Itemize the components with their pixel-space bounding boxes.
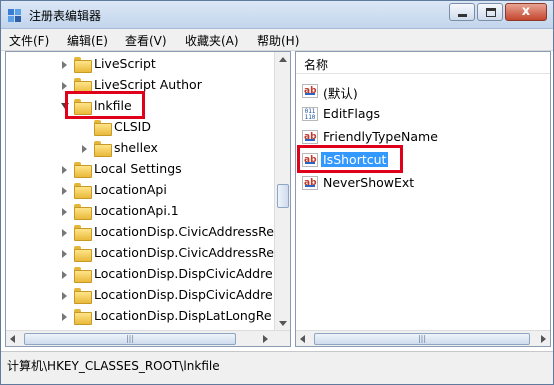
value-item-label: (默认) — [323, 86, 358, 101]
column-header-label: 名称 — [304, 58, 329, 72]
expand-arrow-icon[interactable] — [62, 292, 67, 300]
tree-item-label: LocationDisp.DispCivicAddre — [94, 266, 273, 281]
maximize-button[interactable] — [477, 3, 503, 21]
title-bar[interactable]: 注册表编辑器 x — [1, 1, 553, 29]
tree-item-clsid[interactable]: CLSID — [6, 117, 276, 138]
folder-icon — [74, 57, 92, 73]
tree-item-displatlong[interactable]: LocationDisp.DispLatLongRe — [6, 306, 276, 327]
value-item-label: IsShortcut — [321, 152, 389, 167]
expand-arrow-icon[interactable] — [62, 229, 67, 237]
tree-item-locationapi-1[interactable]: LocationApi.1 — [6, 201, 276, 222]
menu-view[interactable]: 查看(V) — [125, 32, 167, 49]
tree-item-label: LocationDisp.CivicAddressRe — [94, 245, 274, 260]
folder-icon — [74, 162, 92, 178]
folder-icon — [74, 204, 92, 220]
folder-icon — [74, 309, 92, 325]
expand-arrow-icon[interactable] — [62, 187, 67, 195]
folder-icon — [74, 267, 92, 283]
menu-bar: 文件(F) 编辑(E) 查看(V) 收藏夹(A) 帮助(H) — [1, 29, 553, 51]
scroll-left-icon[interactable] — [10, 335, 15, 343]
tree-item-label: LocationDisp.DispLatLongRe — [94, 308, 272, 323]
expand-arrow-icon[interactable] — [62, 61, 67, 69]
tree-item-label: Local Settings — [94, 161, 182, 176]
tree-item-livescript[interactable]: LiveScript — [6, 54, 276, 75]
tree-item-label: LiveScript — [94, 56, 156, 71]
minimize-button[interactable] — [449, 3, 475, 21]
tree-item-label: LocationApi — [94, 182, 167, 197]
key-tree-pane[interactable]: LiveScript LiveScript Author lnkfile CLS… — [5, 51, 291, 347]
folder-icon — [74, 78, 92, 94]
expand-arrow-icon[interactable] — [62, 208, 67, 216]
expand-arrow-icon[interactable] — [82, 145, 87, 153]
string-value-icon: ab — [302, 130, 318, 144]
folder-icon — [74, 246, 92, 262]
tree-item-label: CLSID — [114, 119, 151, 134]
horizontal-scroll-thumb[interactable]: ||| — [314, 333, 530, 345]
status-path: 计算机\HKEY_CLASSES_ROOT\lnkfile — [7, 359, 220, 373]
tree-item-locationapi[interactable]: LocationApi — [6, 180, 276, 201]
expand-arrow-icon[interactable] — [62, 166, 67, 174]
scroll-right-icon[interactable] — [541, 335, 546, 343]
registry-editor-window: 注册表编辑器 x 文件(F) 编辑(E) 查看(V) 收藏夹(A) 帮助(H) … — [0, 0, 554, 385]
tree-item-label: lnkfile — [94, 98, 132, 113]
value-item-label: EditFlags — [323, 106, 380, 121]
string-value-icon: ab — [302, 176, 318, 190]
expand-arrow-icon[interactable] — [62, 313, 67, 321]
scroll-left-icon[interactable] — [300, 335, 305, 343]
value-item-label: NeverShowExt — [323, 175, 415, 190]
tree-item-dispcivic-1[interactable]: LocationDisp.DispCivicAddre — [6, 264, 276, 285]
menu-file[interactable]: 文件(F) — [9, 32, 49, 49]
scroll-right-icon[interactable] — [263, 335, 268, 343]
tree-item-label: LocationApi.1 — [94, 203, 179, 218]
tree-item-livescript-author[interactable]: LiveScript Author — [6, 75, 276, 96]
menu-edit[interactable]: 编辑(E) — [67, 32, 108, 49]
tree-item-civicaddress-1[interactable]: LocationDisp.CivicAddressRe — [6, 222, 276, 243]
tree-item-label: LiveScript Author — [94, 77, 202, 92]
folder-open-icon — [74, 99, 92, 115]
tree-item-label: LocationDisp.CivicAddressRe — [94, 224, 274, 239]
folder-icon — [94, 141, 112, 157]
minimize-icon — [458, 14, 467, 17]
vertical-scroll-thumb[interactable] — [277, 184, 289, 208]
value-item-label: FriendlyTypeName — [323, 129, 438, 144]
folder-icon — [74, 183, 92, 199]
close-button[interactable]: x — [505, 3, 547, 21]
tree-item-label: shellex — [114, 140, 158, 155]
window-title: 注册表编辑器 — [29, 9, 102, 23]
tree-item-dispcivic-2[interactable]: LocationDisp.DispCivicAddre — [6, 285, 276, 306]
string-value-icon: ab — [302, 84, 318, 98]
binary-value-icon: 011 110 — [302, 107, 318, 121]
folder-icon — [74, 288, 92, 304]
tree-item-shellex[interactable]: shellex — [6, 138, 276, 159]
menu-help[interactable]: 帮助(H) — [257, 32, 299, 49]
string-value-icon: ab — [302, 153, 318, 167]
registry-editor-app-icon — [8, 9, 21, 22]
folder-icon — [94, 120, 112, 136]
expand-arrow-icon[interactable] — [62, 271, 67, 279]
expand-arrow-icon[interactable] — [62, 82, 67, 90]
name-column-header[interactable]: 名称 — [296, 52, 550, 74]
collapse-arrow-icon[interactable] — [61, 103, 69, 109]
tree-item-civicaddress-2[interactable]: LocationDisp.CivicAddressRe — [6, 243, 276, 264]
values-horizontal-scrollbar[interactable]: ||| — [296, 330, 550, 346]
tree-item-local-settings[interactable]: Local Settings — [6, 159, 276, 180]
tree-horizontal-scrollbar[interactable]: ||| — [6, 330, 290, 346]
window-controls: x — [447, 3, 547, 23]
tree-vertical-scrollbar[interactable] — [274, 52, 290, 331]
values-pane[interactable]: 名称 ab (默认) 011 110 EditFlags ab FriendlyT… — [295, 51, 551, 347]
status-bar: 计算机\HKEY_CLASSES_ROOT\lnkfile — [1, 351, 553, 384]
close-icon: x — [521, 4, 531, 19]
horizontal-scroll-thumb[interactable]: ||| — [24, 333, 236, 345]
scroll-up-icon[interactable] — [279, 57, 287, 62]
expand-arrow-icon[interactable] — [62, 250, 67, 258]
menu-favorites[interactable]: 收藏夹(A) — [185, 32, 239, 49]
maximize-icon — [486, 8, 496, 17]
tree-item-label: LocationDisp.DispCivicAddre — [94, 287, 273, 302]
tree-item-lnkfile[interactable]: lnkfile — [6, 96, 276, 117]
folder-icon — [74, 225, 92, 241]
scroll-down-icon[interactable] — [279, 321, 287, 326]
